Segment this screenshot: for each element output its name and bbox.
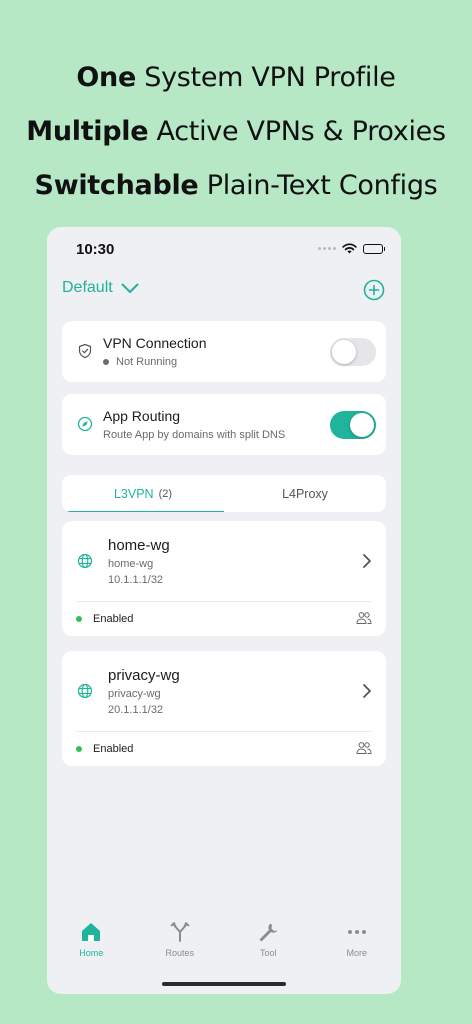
tab-l3vpn[interactable]: L3VPN (2) bbox=[62, 475, 224, 512]
signal-icon bbox=[318, 247, 336, 250]
enabled-dot bbox=[76, 616, 82, 622]
navigation-compass-icon bbox=[77, 416, 93, 432]
users-icon[interactable] bbox=[356, 741, 372, 755]
app-routing-card: App Routing Route App by domains with sp… bbox=[62, 394, 386, 455]
shield-check-icon bbox=[78, 343, 92, 359]
vpn-status-text: Enabled bbox=[93, 743, 134, 755]
globe-icon bbox=[77, 683, 93, 699]
tab-home[interactable]: Home bbox=[47, 920, 136, 994]
app-routing-title: App Routing bbox=[103, 408, 181, 424]
tab-l4proxy[interactable]: L4Proxy bbox=[224, 475, 386, 512]
vpn-name: privacy-wg bbox=[108, 667, 180, 684]
status-icons bbox=[318, 243, 385, 254]
vpn-connection-title: VPN Connection bbox=[103, 335, 207, 351]
tab-more[interactable]: More bbox=[313, 920, 402, 994]
enabled-dot bbox=[76, 746, 82, 752]
users-icon[interactable] bbox=[356, 611, 372, 625]
headline-2: Multiple Active VPNs & Proxies bbox=[0, 116, 472, 147]
headline-3: Switchable Plain-Text Configs bbox=[0, 170, 472, 201]
app-routing-toggle[interactable] bbox=[330, 411, 376, 439]
vpn-address: 20.1.1.1/32 bbox=[108, 704, 164, 716]
tab-tool-label: Tool bbox=[259, 948, 277, 958]
vpn-interface: home-wg bbox=[108, 558, 154, 570]
home-icon bbox=[82, 923, 101, 941]
vpn-status: Enabled bbox=[76, 743, 133, 755]
app-routing-subtitle: Route App by domains with split DNS bbox=[103, 429, 286, 441]
home-indicator bbox=[162, 982, 286, 986]
vpn-connection-status: Not Running bbox=[103, 356, 177, 368]
wifi-icon bbox=[342, 243, 357, 254]
vpn-connection-toggle[interactable] bbox=[330, 338, 376, 366]
more-dots-icon bbox=[347, 930, 366, 934]
wrench-icon bbox=[259, 923, 278, 942]
vpn-list-item[interactable]: privacy-wg privacy-wg 20.1.1.1/32 Enable… bbox=[62, 651, 386, 766]
tab-l3vpn-count: (2) bbox=[158, 487, 173, 500]
vpn-status: Enabled bbox=[76, 613, 133, 625]
tab-more-label: More bbox=[346, 948, 367, 958]
vpn-name: home-wg bbox=[108, 537, 170, 554]
vpn-connection-status-text: Not Running bbox=[116, 356, 178, 368]
tab-routes-label: Routes bbox=[165, 948, 195, 958]
routes-icon bbox=[170, 922, 190, 942]
chevron-right-icon bbox=[363, 684, 371, 698]
headline-3-rest: Plain-Text Configs bbox=[198, 170, 438, 201]
vpn-interface: privacy-wg bbox=[108, 688, 161, 700]
divider bbox=[76, 731, 372, 732]
vpn-address: 10.1.1.1/32 bbox=[108, 574, 164, 586]
status-dot bbox=[103, 359, 109, 365]
phone-screen: 10:30 Default VPN Connection Not Running… bbox=[47, 227, 401, 994]
headline-1-rest: System VPN Profile bbox=[135, 62, 396, 93]
tab-l4proxy-label: L4Proxy bbox=[282, 486, 328, 501]
add-profile-button[interactable] bbox=[363, 279, 385, 301]
chevron-right-icon bbox=[363, 554, 371, 568]
status-time: 10:30 bbox=[76, 241, 115, 258]
vpn-list-item[interactable]: home-wg home-wg 10.1.1.1/32 Enabled bbox=[62, 521, 386, 636]
headline-2-bold: Multiple bbox=[26, 116, 149, 147]
headline-2-rest: Active VPNs & Proxies bbox=[148, 116, 447, 147]
vpn-status-text: Enabled bbox=[93, 613, 134, 625]
profile-name: Default bbox=[62, 279, 113, 296]
chevron-down-icon bbox=[121, 283, 139, 293]
divider bbox=[76, 601, 372, 602]
headline-3-bold: Switchable bbox=[34, 170, 199, 201]
tab-home-label: Home bbox=[79, 948, 104, 958]
headline-1: One System VPN Profile bbox=[0, 62, 472, 93]
vpn-type-tabs: L3VPN (2) L4Proxy bbox=[62, 475, 386, 512]
profile-selector[interactable]: Default bbox=[62, 279, 139, 297]
globe-icon bbox=[77, 553, 93, 569]
battery-icon bbox=[363, 243, 385, 254]
vpn-connection-card: VPN Connection Not Running bbox=[62, 321, 386, 382]
tab-l3vpn-label: L3VPN bbox=[113, 486, 154, 501]
headline-1-bold: One bbox=[76, 62, 136, 93]
